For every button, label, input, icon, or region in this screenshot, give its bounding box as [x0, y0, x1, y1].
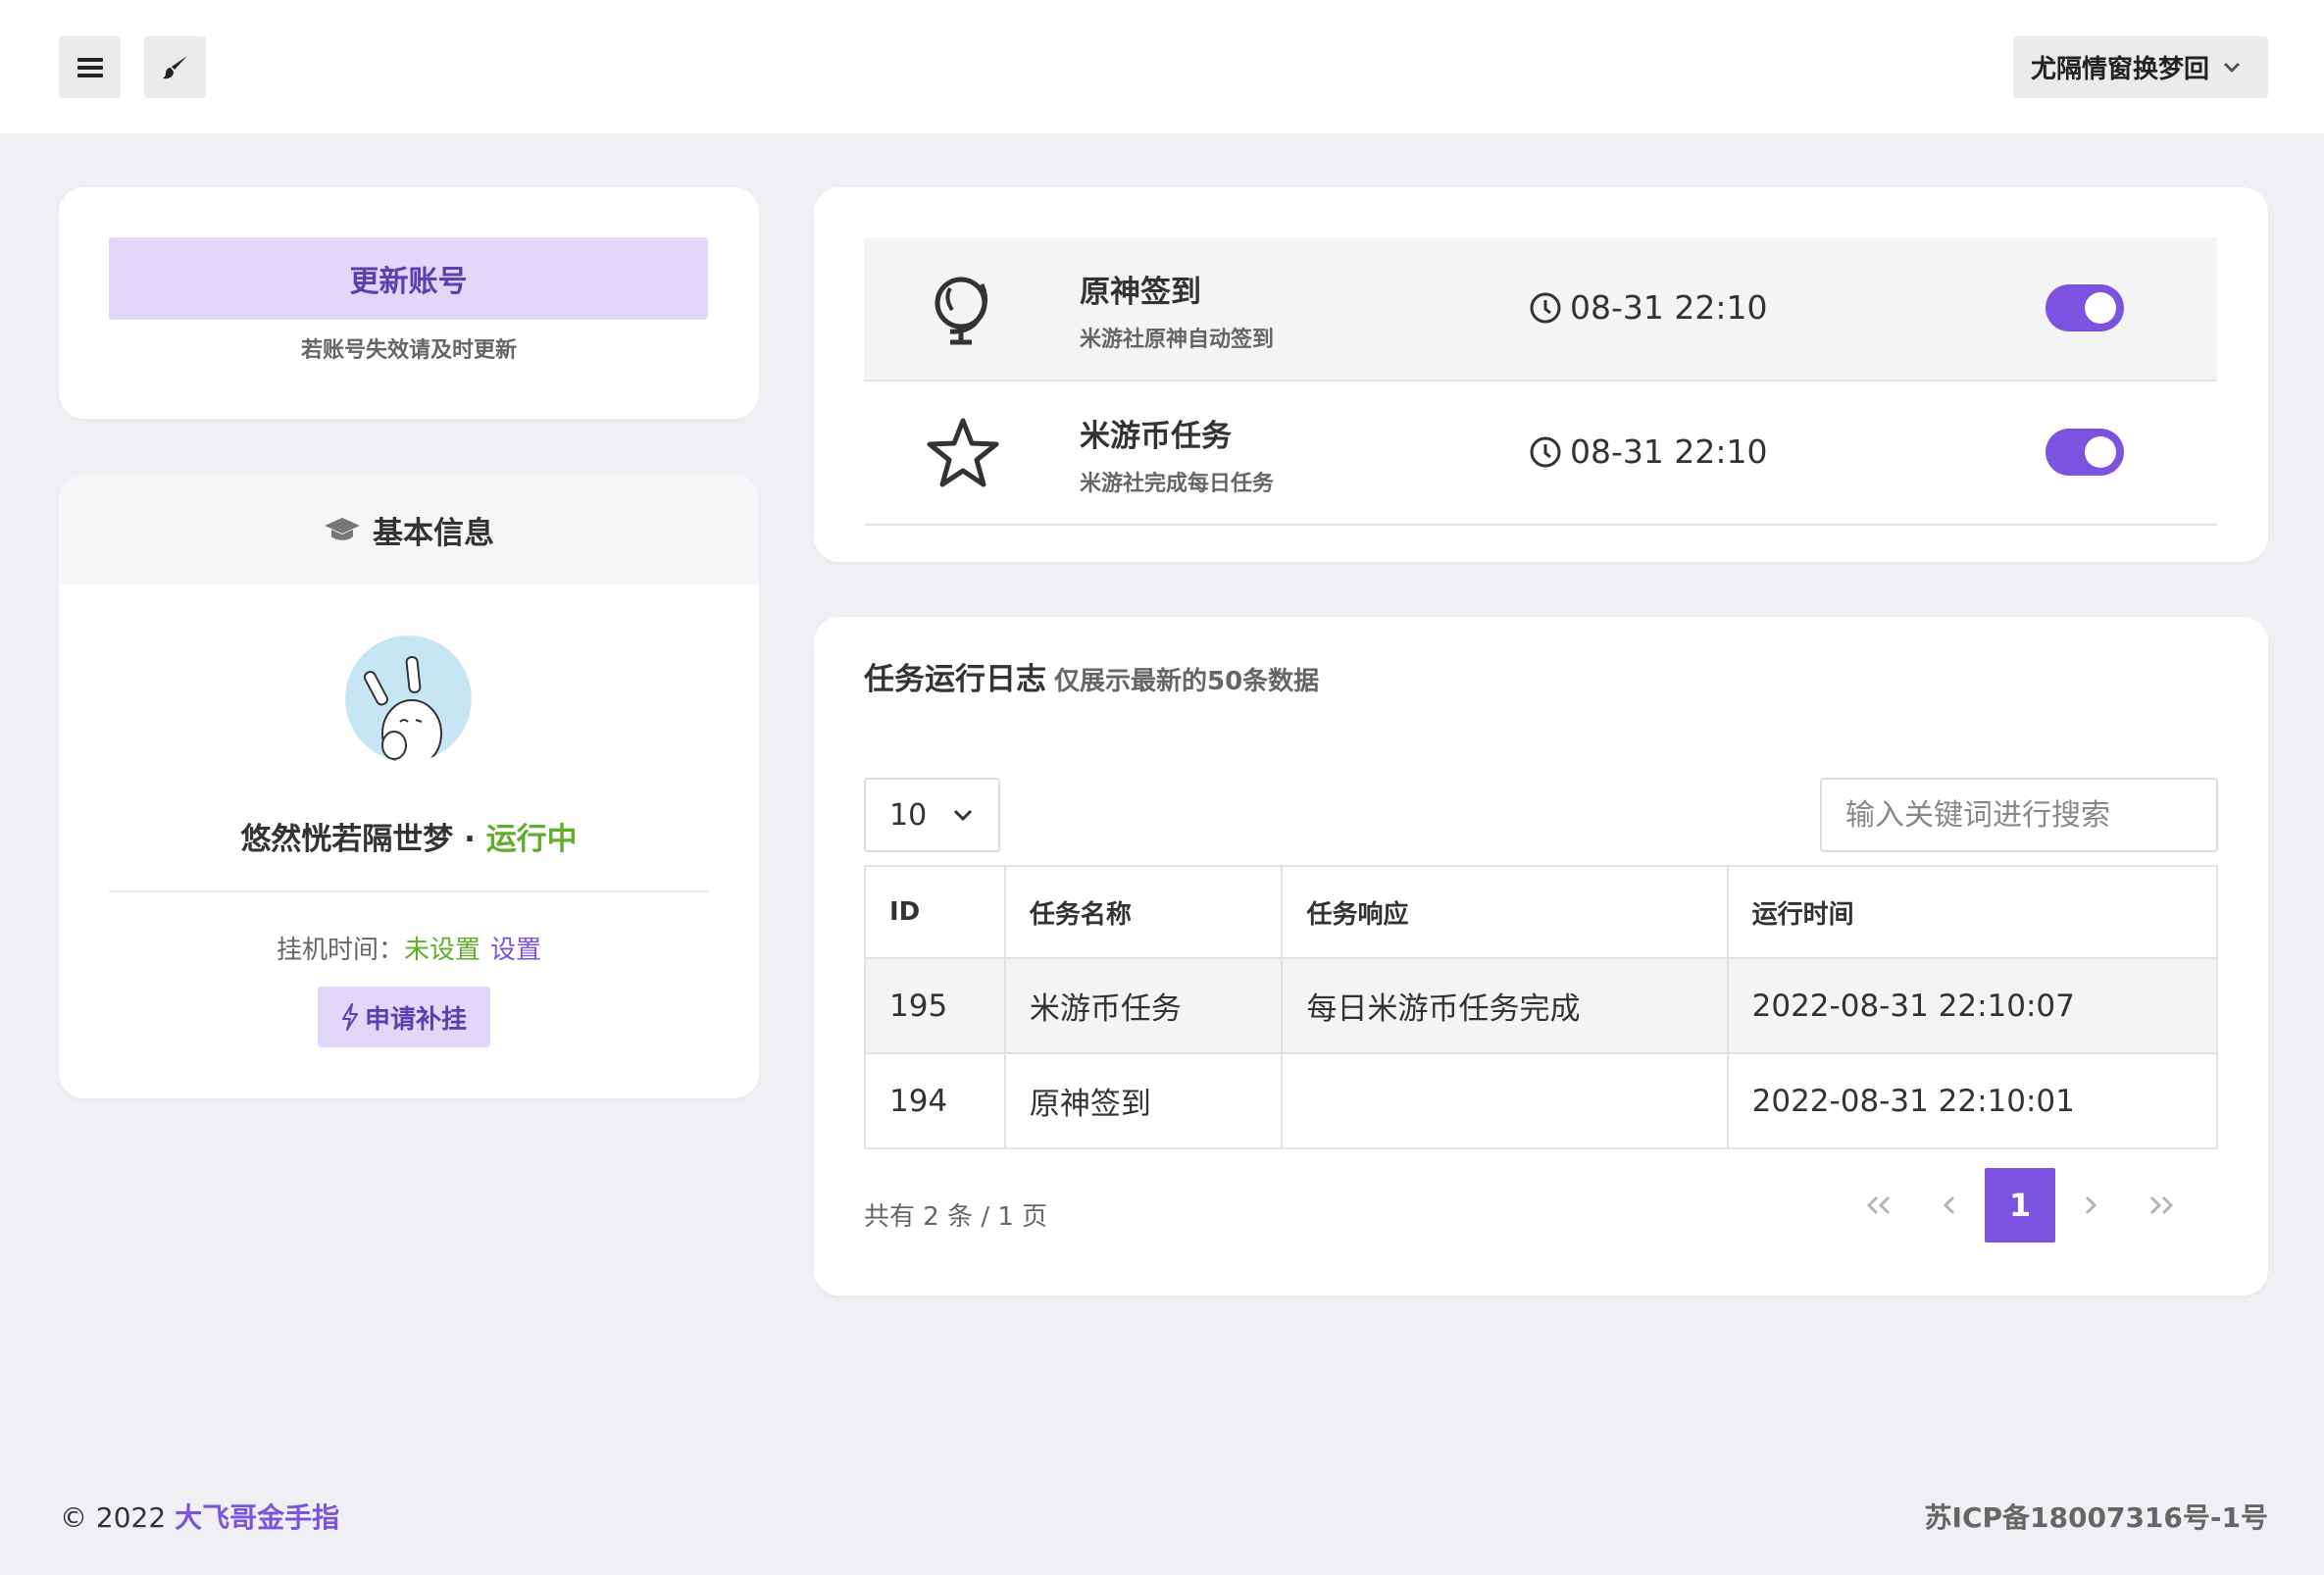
update-account-button[interactable]: 更新账号 [109, 237, 708, 320]
cell-run-time: 2022-08-31 22:10:01 [1726, 1052, 2219, 1149]
task-subtitle: 米游社原神自动签到 [1080, 328, 1275, 352]
log-table: ID 任务名称 任务响应 运行时间 195 米游币任务 每日米游币任务完成 20… [864, 865, 2219, 1149]
chevron-down-icon [2223, 62, 2241, 73]
avatar [345, 635, 472, 762]
brush-icon [162, 55, 187, 78]
footer-copyright: © 2022 大飞哥金手指 [60, 1501, 340, 1534]
double-chevron-right-icon [2149, 1195, 2174, 1215]
clock-icon [1530, 292, 1561, 323]
column-header-task-name[interactable]: 任务名称 [1003, 865, 1284, 959]
theme-button[interactable] [144, 36, 206, 98]
user-menu-dropdown[interactable]: 尤隔情窗换梦回 [2012, 36, 2268, 98]
cell-task-name: 原神签到 [1003, 1052, 1284, 1149]
basic-info-card: 基本信息 悠然恍若隔世梦 · 运行中 挂机时间：未设置 设置 申请补挂 [59, 475, 759, 1098]
log-subtitle: 仅展示最新的50条数据 [1054, 667, 1320, 696]
cell-id: 194 [864, 1052, 1006, 1149]
hang-time-row: 挂机时间：未设置 设置 [59, 930, 759, 966]
cell-response [1281, 1052, 1729, 1149]
table-header-row: ID 任务名称 任务响应 运行时间 [864, 865, 2219, 959]
task-time: 08-31 22:10 [1529, 432, 1767, 471]
tasks-card: 原神签到 米游社原神自动签到 08-31 22:10 米游币任务 米游社完成每日… [814, 187, 2268, 562]
footer-icp-link[interactable]: 苏ICP备18007316号-1号 [1925, 1497, 2268, 1536]
prev-page-button[interactable] [1914, 1168, 1985, 1243]
basic-info-header: 基本信息 [59, 475, 759, 584]
task-title: 米游币任务 [1080, 419, 1232, 454]
task-row: 原神签到 米游社原神自动签到 08-31 22:10 [864, 237, 2217, 381]
star-icon [927, 418, 999, 487]
table-row: 194 原神签到 2022-08-31 22:10:01 [864, 1052, 2219, 1149]
username-label: 尤隔情窗换梦回 [2030, 55, 2209, 84]
cell-response: 每日米游币任务完成 [1281, 957, 1729, 1054]
footer-brand-link[interactable]: 大飞哥金手指 [175, 1501, 339, 1534]
first-page-button[interactable] [1844, 1168, 1914, 1243]
log-title: 任务运行日志 仅展示最新的50条数据 [864, 662, 1320, 697]
chevron-left-icon [1943, 1195, 1955, 1215]
globe-icon [935, 277, 988, 345]
double-chevron-left-icon [1866, 1195, 1891, 1215]
clock-icon [1530, 436, 1561, 467]
toggle-knob [2085, 292, 2116, 324]
basic-info-title: 基本信息 [373, 515, 494, 551]
task-log-card: 任务运行日志仅展示最新的50条数据 10 ID 任务名称 任务响应 运行时间 1… [814, 617, 2268, 1296]
pagination: 1 [1844, 1168, 2197, 1243]
table-row: 195 米游币任务 每日米游币任务完成 2022-08-31 22:10:07 [864, 957, 2219, 1054]
graduation-cap-icon [325, 518, 360, 540]
cell-id: 195 [864, 957, 1006, 1054]
task-title: 原神签到 [1080, 275, 1201, 310]
task-subtitle: 米游社完成每日任务 [1080, 472, 1275, 496]
page-number-button[interactable]: 1 [1985, 1168, 2055, 1243]
column-header-response[interactable]: 任务响应 [1281, 865, 1729, 959]
search-input[interactable] [1820, 778, 2218, 852]
hang-time-label: 挂机时间： [276, 936, 404, 965]
column-header-id[interactable]: ID [864, 865, 1006, 959]
menu-toggle-button[interactable] [59, 36, 121, 98]
last-page-button[interactable] [2126, 1168, 2197, 1243]
task-toggle[interactable] [2046, 284, 2124, 331]
apply-rehang-button[interactable]: 申请补挂 [318, 987, 490, 1047]
next-page-button[interactable] [2055, 1168, 2126, 1243]
account-card: 更新账号 若账号失效请及时更新 [59, 187, 759, 419]
pagination-summary: 共有 2 条 / 1 页 [864, 1202, 1048, 1232]
task-row: 米游币任务 米游社完成每日任务 08-31 22:10 [864, 381, 2217, 526]
cell-task-name: 米游币任务 [1003, 957, 1284, 1054]
bolt-icon [341, 1003, 358, 1031]
user-display-name: 悠然恍若隔世梦 · 运行中 [240, 822, 578, 857]
chevron-down-icon [953, 809, 973, 821]
page-size-select[interactable]: 10 [864, 778, 1000, 852]
status-badge: 运行中 [485, 822, 578, 857]
chevron-right-icon [2085, 1195, 2097, 1215]
hang-time-set-link[interactable]: 设置 [490, 936, 541, 965]
cell-run-time: 2022-08-31 22:10:07 [1726, 957, 2219, 1054]
task-time: 08-31 22:10 [1529, 288, 1767, 327]
top-bar: 尤隔情窗换梦回 [0, 0, 2324, 133]
task-toggle[interactable] [2046, 429, 2124, 476]
toggle-knob [2085, 436, 2116, 468]
hang-time-value: 未设置 [403, 936, 480, 965]
hamburger-icon [76, 57, 103, 77]
update-hint-text: 若账号失效请及时更新 [300, 338, 517, 363]
divider [109, 890, 708, 892]
column-header-run-time[interactable]: 运行时间 [1726, 865, 2219, 959]
